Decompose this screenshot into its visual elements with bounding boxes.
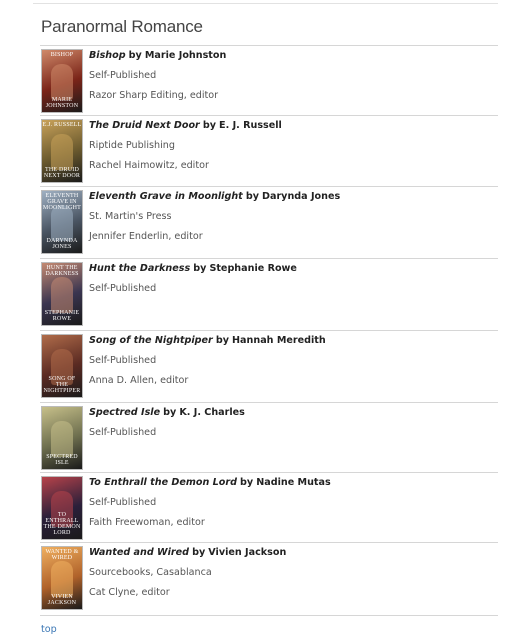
section-title: Paranormal Romance: [41, 17, 203, 36]
book-author: Darynda Jones: [262, 191, 341, 202]
by-label: by: [193, 263, 207, 274]
cover-figure-art: [51, 277, 73, 313]
book-publisher: Sourcebooks, Casablanca: [89, 567, 212, 578]
book-title[interactable]: Eleventh Grave in Moonlight: [89, 191, 243, 202]
by-label: by: [202, 120, 216, 131]
book-title[interactable]: To Enthrall the Demon Lord: [89, 477, 237, 488]
book-publisher: Self-Published: [89, 70, 157, 81]
book-entry: WANTED & WIRED VIVIEN JACKSON Wanted and W…: [40, 542, 498, 616]
book-title-line: Hunt the Darkness by Stephanie Rowe: [89, 263, 297, 274]
book-title-line: The Druid Next Door by E. J. Russell: [89, 120, 282, 131]
book-cover-image[interactable]: Eleventh Grave in Moonlight DARYNDA JONES: [41, 190, 83, 254]
top-divider: [33, 3, 498, 4]
book-cover-image[interactable]: BISHOP Marie Johnston: [41, 49, 83, 113]
book-cover-image[interactable]: Song of the Nightpiper: [41, 334, 83, 398]
book-author: Hannah Meredith: [232, 335, 326, 346]
book-title-line: Wanted and Wired by Vivien Jackson: [89, 547, 286, 558]
cover-top-text: HUNT THE DARKNESS: [45, 265, 79, 277]
cover-top-text: BISHOP: [50, 52, 74, 58]
by-label: by: [240, 477, 254, 488]
cover-bottom-text: STEPHANIE ROWE: [44, 310, 80, 322]
book-title[interactable]: Spectred Isle: [89, 407, 160, 418]
cover-top-text: Eleventh Grave in Moonlight: [42, 193, 82, 211]
book-editor: Cat Clyne, editor: [89, 587, 170, 598]
book-list: BISHOP Marie Johnston Bishop by Marie John…: [40, 45, 498, 616]
by-label: by: [245, 191, 259, 202]
book-editor: Faith Freewoman, editor: [89, 517, 205, 528]
book-entry: Eleventh Grave in Moonlight DARYNDA JONES…: [40, 186, 498, 258]
book-title[interactable]: Wanted and Wired: [89, 547, 189, 558]
book-cover-image[interactable]: E.J. RUSSELL THE DRUID NEXT DOOR: [41, 119, 83, 183]
book-author: Vivien Jackson: [208, 547, 287, 558]
book-editor: Razor Sharp Editing, editor: [89, 90, 219, 101]
cover-bottom-text: VIVIEN JACKSON: [47, 594, 77, 606]
book-editor: Jennifer Enderlin, editor: [89, 231, 203, 242]
by-label: by: [128, 50, 142, 61]
book-title[interactable]: Song of the Nightpiper: [89, 335, 213, 346]
book-cover-image[interactable]: HUNT THE DARKNESS STEPHANIE ROWE: [41, 262, 83, 326]
book-title[interactable]: Hunt the Darkness: [89, 263, 190, 274]
book-cover-image[interactable]: TO ENTHRALL THE DEMON LORD: [41, 476, 83, 540]
book-author: Marie Johnston: [144, 50, 227, 61]
by-label: by: [215, 335, 229, 346]
book-author: Stephanie Rowe: [209, 263, 297, 274]
book-publisher: St. Martin's Press: [89, 211, 172, 222]
book-publisher: Self-Published: [89, 355, 157, 366]
cover-figure-art: [51, 421, 73, 457]
book-entry: TO ENTHRALL THE DEMON LORD To Enthrall th…: [40, 472, 498, 542]
cover-bottom-text: THE DRUID NEXT DOOR: [43, 167, 81, 179]
book-publisher: Riptide Publishing: [89, 140, 175, 151]
book-publisher: Self-Published: [89, 427, 157, 438]
book-editor: Anna D. Allen, editor: [89, 375, 189, 386]
cover-bottom-text: Marie Johnston: [45, 97, 79, 109]
cover-top-text: WANTED & WIRED: [45, 549, 79, 561]
by-label: by: [163, 407, 177, 418]
book-cover-image[interactable]: WANTED & WIRED VIVIEN JACKSON: [41, 546, 83, 610]
cover-figure-art: [51, 561, 73, 597]
book-author: E. J. Russell: [219, 120, 282, 131]
cover-figure-art: [51, 64, 73, 100]
book-publisher: Self-Published: [89, 497, 157, 508]
cover-top-text: E.J. RUSSELL: [42, 122, 82, 128]
cover-bottom-text: SPECTRED ISLE: [46, 454, 78, 466]
book-title-line: Spectred Isle by K. J. Charles: [89, 407, 245, 418]
by-label: by: [192, 547, 206, 558]
book-entry: HUNT THE DARKNESS STEPHANIE ROWE Hunt the …: [40, 258, 498, 330]
book-entry: SPECTRED ISLE Spectred Isle by K. J. Char…: [40, 402, 498, 472]
cover-figure-art: [51, 134, 73, 170]
book-entry: BISHOP Marie Johnston Bishop by Marie John…: [40, 45, 498, 115]
cover-bottom-text: TO ENTHRALL THE DEMON LORD: [43, 512, 81, 536]
book-cover-image[interactable]: SPECTRED ISLE: [41, 406, 83, 470]
book-entry: Song of the Nightpiper Song of the Nightp…: [40, 330, 498, 402]
back-to-top-link[interactable]: top: [41, 624, 57, 635]
book-title-line: To Enthrall the Demon Lord by Nadine Mut…: [89, 477, 331, 488]
book-title-line: Bishop by Marie Johnston: [89, 50, 226, 61]
book-editor: Rachel Haimowitz, editor: [89, 160, 209, 171]
book-title-line: Eleventh Grave in Moonlight by Darynda J…: [89, 191, 340, 202]
book-title[interactable]: Bishop: [89, 50, 126, 61]
book-entry: E.J. RUSSELL THE DRUID NEXT DOOR The Druid…: [40, 115, 498, 186]
cover-bottom-text: DARYNDA JONES: [46, 238, 78, 250]
book-title[interactable]: The Druid Next Door: [89, 120, 200, 131]
book-publisher: Self-Published: [89, 283, 157, 294]
cover-bottom-text: Song of the Nightpiper: [43, 376, 81, 394]
book-author: K. J. Charles: [179, 407, 245, 418]
book-author: Nadine Mutas: [256, 477, 331, 488]
book-title-line: Song of the Nightpiper by Hannah Meredit…: [89, 335, 326, 346]
